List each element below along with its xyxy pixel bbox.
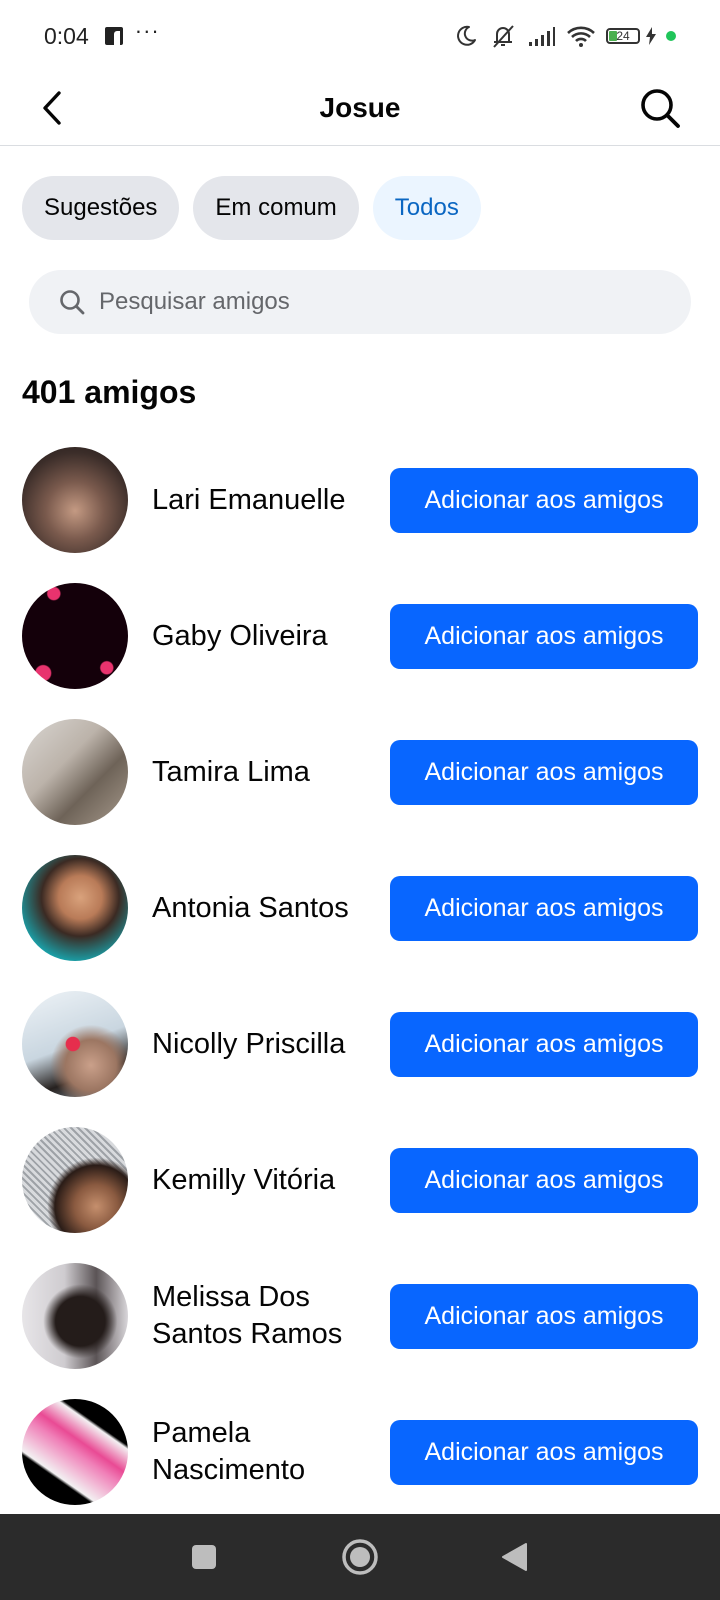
friend-name[interactable]: Tamira Lima — [152, 716, 377, 828]
list-item[interactable]: Nicolly Priscilla Adicionar aos amigos — [0, 988, 720, 1124]
list-item[interactable]: Pamela Nascimento Adicionar aos amigos — [0, 1396, 720, 1532]
chip-todos[interactable]: Todos — [372, 176, 481, 240]
friend-name[interactable]: Antonia Santos — [152, 852, 377, 964]
circle-icon — [342, 1539, 378, 1575]
search-icon — [641, 89, 680, 128]
search-friends-input[interactable] — [97, 287, 661, 317]
list-item[interactable]: Gaby Oliveira Adicionar aos amigos — [0, 580, 720, 716]
avatar[interactable] — [22, 719, 128, 825]
avatar[interactable] — [22, 583, 128, 689]
add-friend-button[interactable]: Adicionar aos amigos — [390, 604, 698, 669]
search-friends-field[interactable] — [29, 270, 691, 334]
more-notifications-icon: ··· — [134, 18, 160, 43]
list-item[interactable]: Antonia Santos Adicionar aos amigos — [0, 852, 720, 988]
add-friend-button[interactable]: Adicionar aos amigos — [390, 1148, 698, 1213]
privacy-indicator-dot — [666, 31, 676, 41]
top-app-bar: Josue — [0, 72, 720, 146]
avatar[interactable] — [22, 991, 128, 1097]
list-item[interactable]: Lari Emanuelle Adicionar aos amigos — [0, 444, 720, 580]
moon-icon — [457, 25, 476, 46]
add-friend-button[interactable]: Adicionar aos amigos — [390, 468, 698, 533]
add-friend-button[interactable]: Adicionar aos amigos — [390, 1284, 698, 1349]
triangle-left-icon — [502, 1543, 527, 1571]
signal-icon — [529, 27, 555, 46]
system-nav-bar — [0, 1514, 720, 1600]
friend-name[interactable]: Kemilly Vitória — [152, 1124, 377, 1236]
add-friend-button[interactable]: Adicionar aos amigos — [390, 740, 698, 805]
recents-button[interactable] — [182, 1535, 226, 1579]
square-icon — [192, 1545, 216, 1569]
back-nav-button[interactable] — [492, 1535, 536, 1579]
status-bar: 0:04 ··· 24 — [0, 0, 720, 72]
chip-sugestoes[interactable]: Sugestões — [22, 176, 180, 240]
list-item[interactable]: Melissa Dos Santos Ramos Adicionar aos a… — [0, 1260, 720, 1396]
list-item[interactable]: Kemilly Vitória Adicionar aos amigos — [0, 1124, 720, 1260]
avatar[interactable] — [22, 1127, 128, 1233]
friend-list: Lari Emanuelle Adicionar aos amigos Gaby… — [0, 444, 720, 1532]
charging-icon — [646, 27, 656, 45]
avatar[interactable] — [22, 855, 128, 961]
avatar[interactable] — [22, 447, 128, 553]
friends-count: 401 amigos — [22, 374, 197, 410]
battery-level: 24 — [616, 29, 630, 43]
friend-name[interactable]: Lari Emanuelle — [152, 444, 377, 556]
friend-name[interactable]: Melissa Dos Santos Ramos — [152, 1260, 377, 1372]
status-time: 0:04 — [44, 22, 89, 49]
avatar[interactable] — [22, 1263, 128, 1369]
filter-chips: Sugestões Em comum Todos — [22, 176, 481, 240]
friend-name[interactable]: Gaby Oliveira — [152, 580, 377, 692]
chevron-left-icon — [43, 91, 61, 125]
facebook-notification-icon — [104, 27, 123, 45]
avatar[interactable] — [22, 1399, 128, 1505]
friend-name[interactable]: Nicolly Priscilla — [152, 988, 377, 1100]
add-friend-button[interactable]: Adicionar aos amigos — [390, 1012, 698, 1077]
battery-indicator: 24 — [606, 27, 656, 45]
bell-off-icon — [493, 25, 514, 48]
battery-icon: 24 — [606, 28, 640, 44]
wifi-icon — [567, 26, 595, 47]
list-item[interactable]: Tamira Lima Adicionar aos amigos — [0, 716, 720, 852]
home-button[interactable] — [338, 1535, 382, 1579]
add-friend-button[interactable]: Adicionar aos amigos — [390, 1420, 698, 1485]
search-button[interactable] — [636, 84, 684, 132]
back-button[interactable] — [30, 86, 74, 130]
status-icons: 24 — [454, 23, 676, 49]
add-friend-button[interactable]: Adicionar aos amigos — [390, 876, 698, 941]
friend-name[interactable]: Pamela Nascimento — [152, 1396, 377, 1508]
page-title: Josue — [319, 92, 401, 123]
search-icon — [60, 290, 85, 315]
chip-em-comum[interactable]: Em comum — [193, 176, 359, 240]
